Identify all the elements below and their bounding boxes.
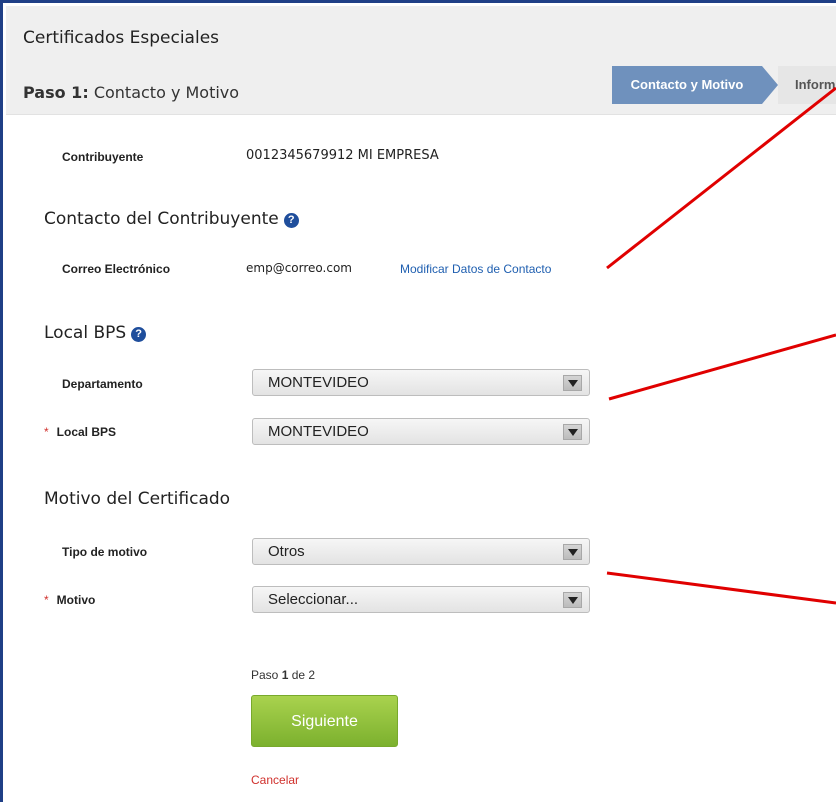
annotation-line-local <box>608 333 836 401</box>
annotation-lines <box>606 86 836 605</box>
annotation-line-contact <box>606 86 836 270</box>
annotation-line-motive <box>606 571 836 605</box>
